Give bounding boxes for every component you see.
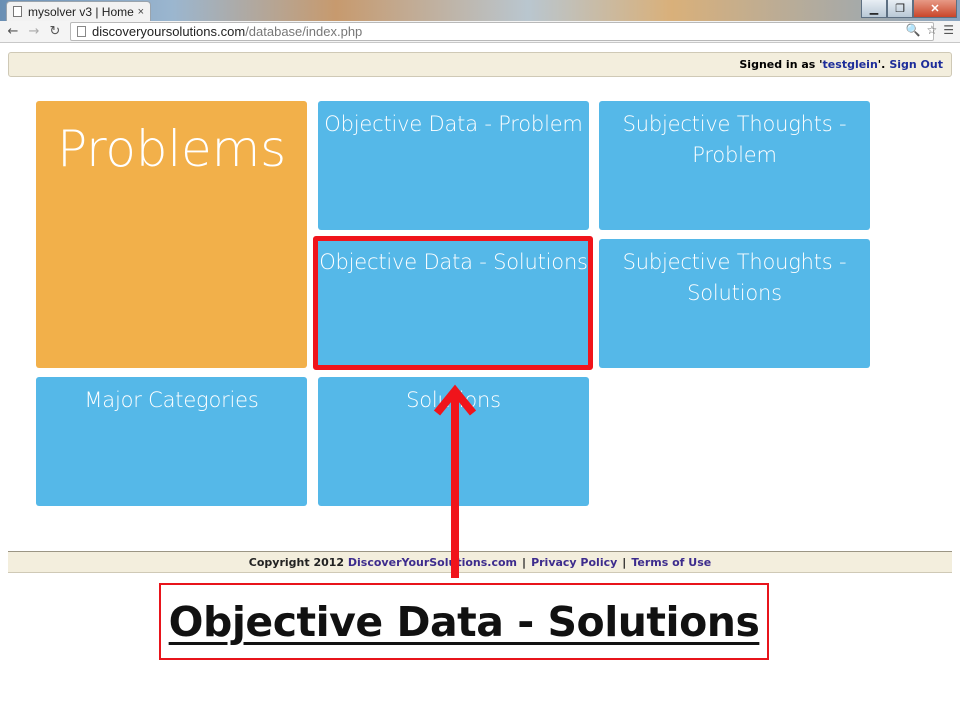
sign-out-link[interactable]: Sign Out (889, 58, 943, 71)
window-controls: ▁ ❐ ✕ (861, 0, 957, 18)
document-icon (77, 26, 86, 37)
tile-objective-data-solutions[interactable]: Objective Data - Solutions (318, 239, 589, 368)
signed-in-suffix: '. (877, 58, 886, 71)
window-titlebar: mysolver v3 | Homep × ▁ ❐ ✕ (0, 0, 960, 21)
url-host: discoveryoursolutions.com (92, 24, 246, 39)
site-header: Signed in as ' testglein '. Sign Out (8, 52, 952, 77)
copyright-text: Copyright 2012 (248, 555, 345, 569)
minimize-button[interactable]: ▁ (861, 0, 887, 18)
site-footer: Copyright 2012 DiscoverYourSolutions.com… (8, 551, 952, 573)
signed-in-prefix: Signed in as ' (739, 58, 823, 71)
tile-subjective-thoughts-problem[interactable]: Subjective Thoughts - Problem (599, 101, 870, 230)
tab-close-icon[interactable]: × (138, 6, 144, 18)
page-icon (13, 6, 22, 17)
tile-problems[interactable]: Problems (36, 101, 307, 368)
menu-icon[interactable]: ☰ (943, 23, 954, 37)
tile-objective-data-problem[interactable]: Objective Data - Problem (318, 101, 589, 230)
zoom-icon[interactable]: 🔍 (906, 23, 921, 37)
username-link[interactable]: testglein (823, 58, 878, 71)
annotation-arrow-icon (433, 384, 477, 578)
back-arrow-icon[interactable]: ← (5, 24, 21, 39)
browser-tab[interactable]: mysolver v3 | Homep × (6, 1, 151, 21)
star-icon[interactable]: ☆ (926, 23, 937, 37)
tile-subjective-thoughts-solutions[interactable]: Subjective Thoughts - Solutions (599, 239, 870, 368)
tile-major-categories[interactable]: Major Categories (36, 377, 307, 506)
forward-arrow-icon[interactable]: → (26, 24, 42, 39)
privacy-policy-link[interactable]: Privacy Policy (531, 556, 617, 569)
footer-separator: | (622, 555, 627, 569)
footer-separator: | (522, 555, 527, 569)
annotation-callout: Objective Data - Solutions (159, 583, 769, 660)
tab-title: mysolver v3 | Homep (28, 4, 134, 19)
omnibox-actions: 🔍 ☆ ☰ (906, 23, 954, 37)
maximize-button[interactable]: ❐ (887, 0, 913, 18)
close-window-button[interactable]: ✕ (913, 0, 957, 18)
address-bar[interactable]: discoveryoursolutions.com/database/index… (70, 22, 934, 41)
terms-of-use-link[interactable]: Terms of Use (631, 556, 711, 569)
browser-toolbar: ← → ↻ discoveryoursolutions.com/database… (0, 21, 960, 43)
url-path: /database/index.php (245, 24, 363, 39)
reload-icon[interactable]: ↻ (47, 24, 63, 39)
